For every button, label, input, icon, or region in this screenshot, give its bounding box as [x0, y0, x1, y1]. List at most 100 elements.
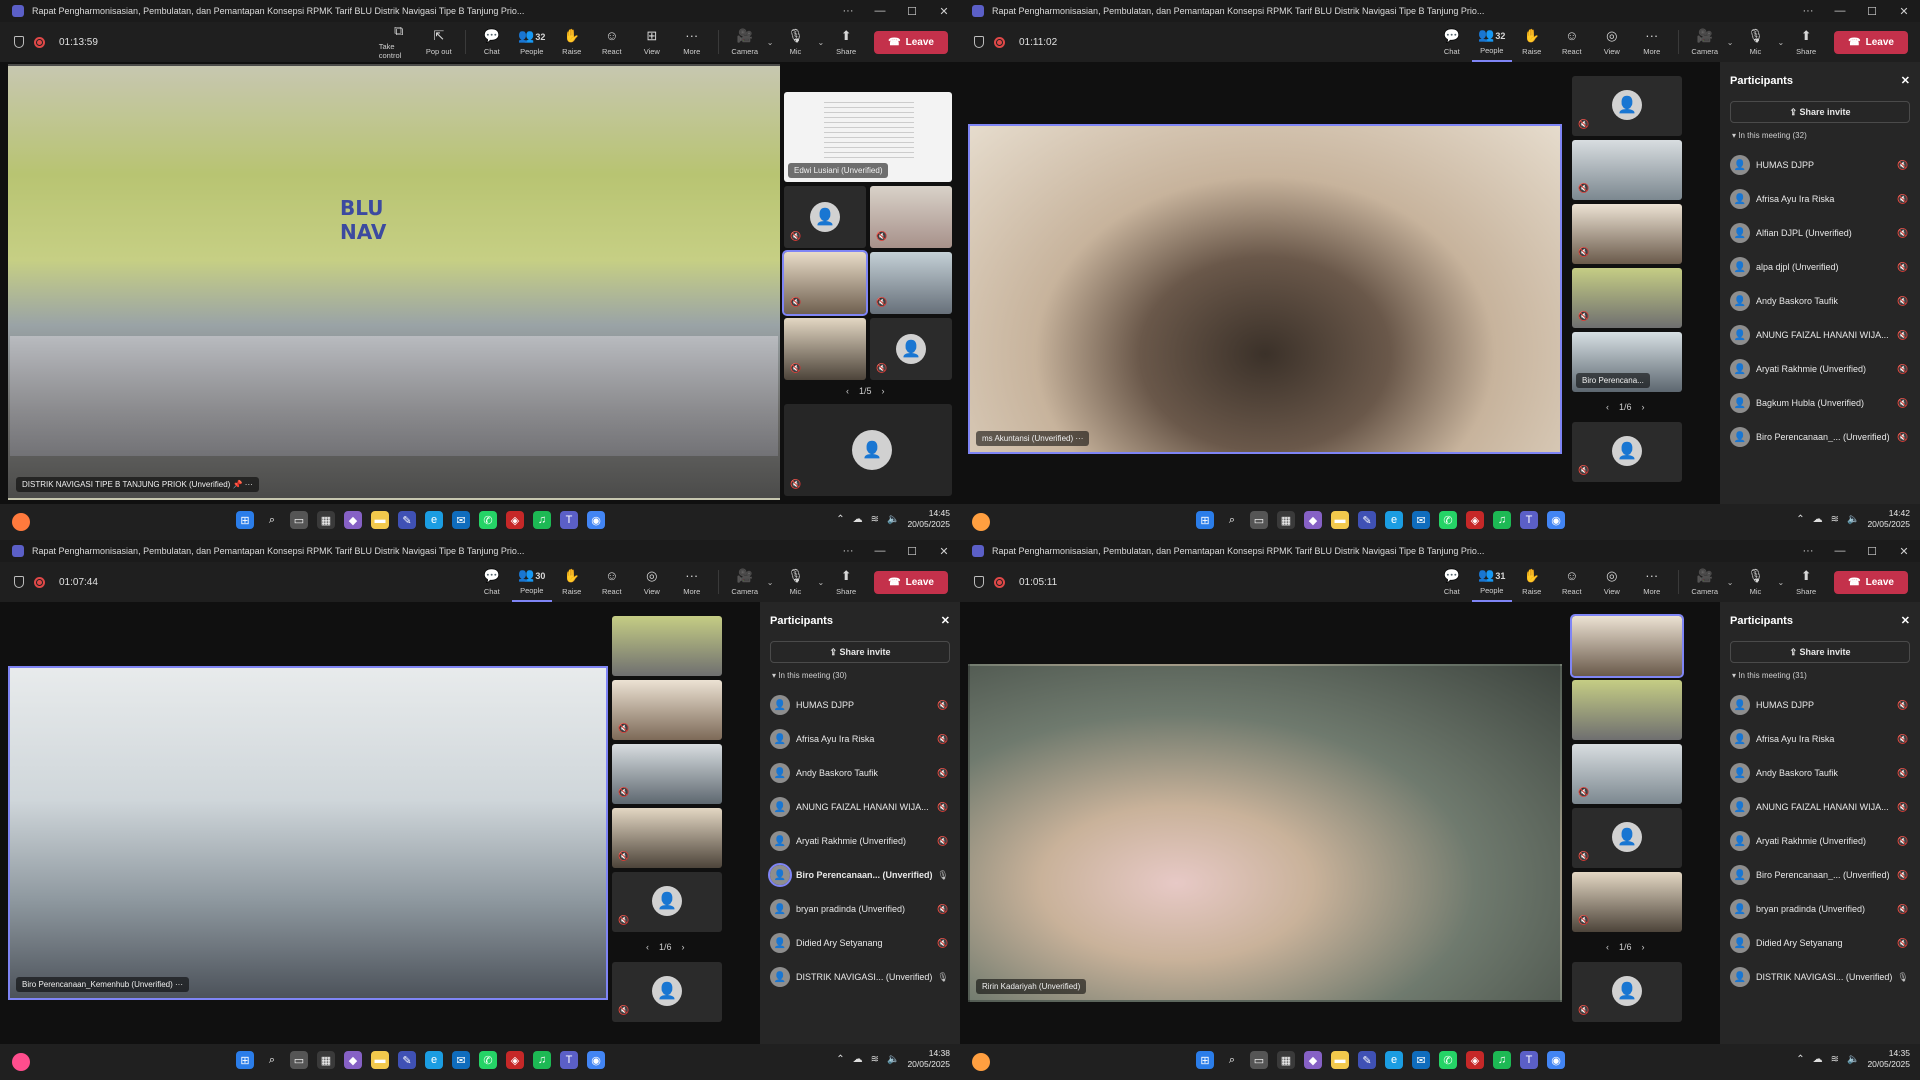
raise-hand-button[interactable]: ✋ Raise — [552, 22, 592, 62]
participant-tile[interactable]: 👤 🔇 — [612, 962, 722, 1022]
participant-row[interactable]: 👤 HUMAS DJPP 🔇 — [1730, 148, 1910, 182]
copilot-icon[interactable] — [12, 513, 30, 531]
chevron-left-icon[interactable]: ‹ — [1606, 402, 1609, 412]
mic-button[interactable]: 🎙 Mic — [775, 22, 815, 62]
participant-row[interactable]: 👤 Didied Ary Setyanang 🔇 — [1730, 926, 1910, 960]
outlook-icon[interactable]: ✉ — [1412, 1051, 1430, 1069]
chrome-icon[interactable]: ◉ — [587, 1051, 605, 1069]
chevron-up-icon[interactable]: ⌃ — [836, 1054, 844, 1065]
participant-row[interactable]: 👤 DISTRIK NAVIGASI... (Unverified) 🎙 — [770, 960, 950, 994]
chrome-icon[interactable]: ◉ — [587, 511, 605, 529]
shield-app-icon[interactable]: ◈ — [1466, 1051, 1484, 1069]
close-icon[interactable]: ✕ — [1901, 614, 1910, 627]
cloud-icon[interactable]: ☁ — [1813, 514, 1823, 525]
share-button[interactable]: ⬆ Share — [826, 22, 866, 62]
participant-tile[interactable]: 🔇 — [1572, 140, 1682, 200]
chat-button[interactable]: 💬 Chat — [472, 562, 512, 602]
weather-icon[interactable] — [972, 513, 990, 531]
more-icon[interactable]: ··· — [175, 980, 183, 989]
participant-row[interactable]: 👤 Biro Perencanaan_... (Unverified) 🔇 — [1730, 858, 1910, 892]
share-button[interactable]: ⬆ Share — [1786, 562, 1826, 602]
cloud-icon[interactable]: ☁ — [853, 514, 863, 525]
store-icon[interactable]: ▦ — [317, 511, 335, 529]
speaker-icon[interactable]: 🔈 — [887, 1054, 899, 1065]
shield-app-icon[interactable]: ◈ — [506, 1051, 524, 1069]
raise-hand-button[interactable]: ✋ Raise — [1512, 22, 1552, 62]
shared-content-tile[interactable]: Edwi Lusiani (Unverified) — [784, 92, 952, 182]
participant-tile[interactable] — [1570, 614, 1684, 678]
camera-button[interactable]: 🎥 Camera — [1685, 562, 1725, 602]
participant-row[interactable]: 👤 bryan pradinda (Unverified) 🔇 — [1730, 892, 1910, 926]
participant-tile[interactable]: 🔇 — [1572, 204, 1682, 264]
teams-icon[interactable]: T — [1520, 511, 1538, 529]
participant-row[interactable]: 👤 Biro Perencanaan... (Unverified) 🎙 — [768, 858, 950, 892]
mic-options-chevron-icon[interactable]: ⌄ — [817, 578, 824, 587]
react-button[interactable]: ☺ React — [592, 562, 632, 602]
chrome-icon[interactable]: ◉ — [1547, 511, 1565, 529]
copilot-icon[interactable] — [12, 1053, 30, 1071]
windows-start-icon[interactable]: ⊞ — [236, 511, 254, 529]
minimize-button[interactable]: — — [864, 545, 896, 557]
clock[interactable]: 14:35 20/05/2025 — [1867, 1048, 1910, 1070]
participant-tile[interactable] — [612, 616, 722, 676]
view-button[interactable]: ◎ View — [632, 562, 672, 602]
raise-hand-button[interactable]: ✋ Raise — [552, 562, 592, 602]
store-icon[interactable]: ▦ — [317, 1051, 335, 1069]
more-button[interactable]: ··· More — [672, 562, 712, 602]
participant-row[interactable]: 👤 Didied Ary Setyanang 🔇 — [770, 926, 950, 960]
participant-row[interactable]: 👤 Bagkum Hubla (Unverified) 🔇 — [1730, 386, 1910, 420]
participant-row[interactable]: 👤 Andy Baskoro Taufik 🔇 — [770, 756, 950, 790]
folder-icon[interactable]: ▬ — [371, 511, 389, 529]
participant-tile[interactable]: 🔇 — [784, 318, 866, 380]
participant-row[interactable]: 👤 DISTRIK NAVIGASI... (Unverified) 🎙 — [1730, 960, 1910, 994]
share-button[interactable]: ⬆ Share — [826, 562, 866, 602]
maximize-button[interactable]: ☐ — [1856, 5, 1888, 18]
chevron-left-icon[interactable]: ‹ — [1606, 942, 1609, 952]
react-button[interactable]: ☺ React — [1552, 562, 1592, 602]
more-button[interactable]: ··· More — [672, 22, 712, 62]
whatsapp-icon[interactable]: ✆ — [479, 1051, 497, 1069]
more-button[interactable]: ··· More — [1632, 562, 1672, 602]
folder-icon[interactable]: ▬ — [371, 1051, 389, 1069]
raise-hand-button[interactable]: ✋ Raise — [1512, 562, 1552, 602]
weather-icon[interactable] — [972, 1053, 990, 1071]
task-view-icon[interactable]: ▭ — [290, 511, 308, 529]
self-view-tile[interactable]: 👤 🔇 — [784, 404, 952, 496]
outlook-icon[interactable]: ✉ — [452, 511, 470, 529]
wifi-icon[interactable]: ≋ — [871, 1054, 879, 1065]
people-button[interactable]: 👥32 People — [512, 22, 552, 62]
clock[interactable]: 14:38 20/05/2025 — [907, 1048, 950, 1070]
participant-row[interactable]: 👤 HUMAS DJPP 🔇 — [1730, 688, 1910, 722]
view-button[interactable]: ◎ View — [1592, 22, 1632, 62]
shield-app-icon[interactable]: ◈ — [506, 511, 524, 529]
search-icon[interactable]: ⌕ — [263, 511, 281, 529]
mic-button[interactable]: 🎙 Mic — [1735, 22, 1775, 62]
wifi-icon[interactable]: ≋ — [871, 514, 879, 525]
participant-tile[interactable]: 🔇 — [612, 680, 722, 740]
close-button[interactable]: ✕ — [928, 5, 960, 18]
edge-icon[interactable]: e — [425, 511, 443, 529]
close-icon[interactable]: ✕ — [1901, 74, 1910, 87]
pen-app-icon[interactable]: ✎ — [398, 1051, 416, 1069]
participant-row[interactable]: 👤 Afrisa Ayu Ira Riska 🔇 — [1730, 182, 1910, 216]
pen-app-icon[interactable]: ✎ — [1358, 1051, 1376, 1069]
mic-button[interactable]: 🎙 Mic — [775, 562, 815, 602]
participant-row[interactable]: 👤 Afrisa Ayu Ira Riska 🔇 — [1730, 722, 1910, 756]
maximize-button[interactable]: ☐ — [896, 545, 928, 558]
leave-button[interactable]: ☎ Leave — [1834, 570, 1908, 594]
participant-row[interactable]: 👤 Andy Baskoro Taufik 🔇 — [1730, 284, 1910, 318]
chrome-icon[interactable]: ◉ — [1547, 1051, 1565, 1069]
view-button[interactable]: ⊞ View — [632, 22, 672, 62]
task-view-icon[interactable]: ▭ — [290, 1051, 308, 1069]
more-options-icon[interactable]: ··· — [1792, 545, 1824, 557]
close-button[interactable]: ✕ — [1888, 545, 1920, 558]
maximize-button[interactable]: ☐ — [1856, 545, 1888, 558]
participant-row[interactable]: 👤 ANUNG FAIZAL HANANI WIJA... 🔇 — [1730, 790, 1910, 824]
participant-tile[interactable]: 👤 🔇 — [1572, 422, 1682, 482]
more-icon[interactable]: ··· — [1075, 434, 1083, 443]
participant-tile[interactable]: 🔇 — [1572, 872, 1682, 932]
windows-start-icon[interactable]: ⊞ — [1196, 511, 1214, 529]
speaker-icon[interactable]: 🔈 — [1847, 1054, 1859, 1065]
chat-button[interactable]: 💬 Chat — [472, 22, 512, 62]
search-icon[interactable]: ⌕ — [1223, 511, 1241, 529]
